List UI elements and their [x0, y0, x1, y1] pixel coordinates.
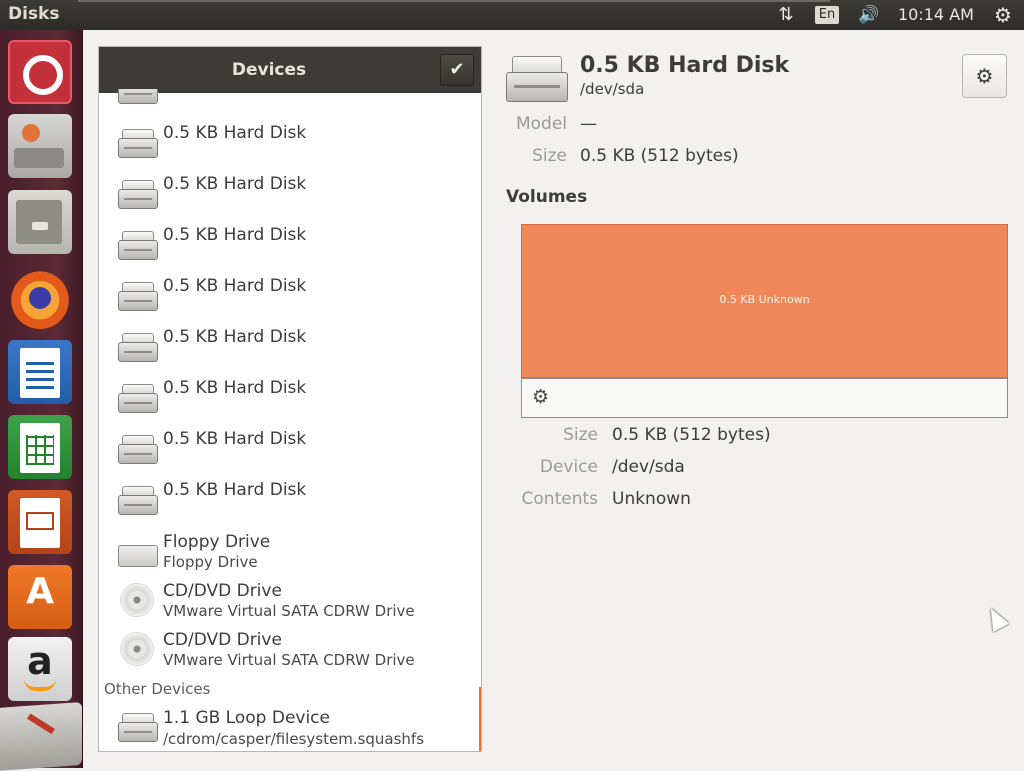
scrollbar[interactable]	[479, 687, 481, 751]
volume-icon[interactable]: 🔊	[854, 0, 884, 30]
hard-disk-icon	[118, 333, 158, 363]
checkmark-icon: ✔	[449, 59, 465, 80]
device-title: 0.5 KB Hard Disk	[163, 123, 307, 143]
volume-device-label: Device	[539, 457, 598, 477]
volume-contents-label: Contents	[521, 489, 598, 509]
device-list-item[interactable]: CD/DVD Drive VMware Virtual SATA CDRW Dr…	[99, 629, 479, 677]
hard-disk-icon	[118, 713, 158, 743]
device-list-item[interactable]: 1.1 GB Loop Device /cdrom/casper/filesys…	[99, 707, 479, 751]
floppy-drive-icon	[118, 535, 158, 567]
hard-disk-icon	[118, 180, 158, 210]
device-list-item[interactable]: 0.5 KB Hard Disk	[99, 223, 479, 271]
window-title-strip	[78, 0, 830, 2]
drive-settings-button[interactable]: ⚙	[962, 54, 1007, 98]
device-title: 0.5 KB Hard Disk	[163, 378, 307, 398]
device-title: 0.5 KB Hard Disk	[163, 174, 307, 194]
volume-toolbar: ⚙	[521, 378, 1008, 418]
network-icon[interactable]: ⇅	[773, 0, 799, 30]
size-value: 0.5 KB (512 bytes)	[580, 146, 739, 166]
size-label: Size	[532, 146, 567, 166]
select-mode-button[interactable]: ✔	[440, 54, 474, 86]
device-subtitle: VMware Virtual SATA CDRW Drive	[163, 602, 415, 620]
disk-device-path: /dev/sda	[580, 80, 645, 98]
volume-partition-block[interactable]: 0.5 KB Unknown	[521, 224, 1008, 378]
volume-size-label: Size	[563, 425, 598, 445]
files-icon[interactable]	[8, 190, 72, 254]
device-subtitle: Floppy Drive	[163, 553, 258, 571]
optical-drive-icon	[118, 632, 158, 666]
hard-disk-icon	[506, 56, 568, 102]
other-devices-heading: Other Devices	[104, 680, 211, 698]
device-list-item[interactable]: 0.5 KB Hard Disk	[99, 325, 479, 373]
mouse-pointer	[982, 604, 1010, 632]
device-list-item[interactable]: 0.5 KB Hard Disk	[99, 478, 479, 526]
hard-disk-icon	[118, 231, 158, 261]
device-subtitle: /cdrom/casper/filesystem.squashfs	[163, 730, 425, 748]
trash-icon[interactable]	[0, 701, 82, 771]
optical-drive-icon	[118, 583, 158, 617]
devices-title: Devices	[231, 60, 307, 80]
device-list-item[interactable]: Floppy Drive Floppy Drive	[99, 531, 479, 579]
dash-home-icon[interactable]	[8, 40, 72, 104]
device-list-item[interactable]: CD/DVD Drive VMware Virtual SATA CDRW Dr…	[99, 580, 479, 628]
devices-panel: Devices ✔ 0.5 KB Hard Disk 0.5 KB Hard D…	[98, 46, 482, 752]
clock[interactable]: 10:14 AM	[898, 0, 974, 30]
gears-icon[interactable]: ⚙	[532, 386, 549, 408]
libreoffice-writer-icon[interactable]	[8, 340, 72, 404]
launcher: A a	[0, 30, 83, 771]
device-title: 0.5 KB Hard Disk	[163, 327, 307, 347]
device-title: CD/DVD Drive	[163, 630, 282, 650]
device-list-item[interactable]: 0.5 KB Hard Disk	[99, 376, 479, 424]
amazon-icon[interactable]: a	[8, 637, 72, 701]
volume-block-label: 0.5 KB Unknown	[719, 293, 810, 306]
device-list-item[interactable]: 0.5 KB Hard Disk	[99, 172, 479, 220]
device-title: CD/DVD Drive	[163, 581, 282, 601]
device-list-item[interactable]: 0.5 KB Hard Disk	[99, 274, 479, 322]
hard-disk-icon	[118, 486, 158, 516]
devices-header: Devices ✔	[99, 47, 481, 93]
keyboard-language-indicator[interactable]: En	[815, 6, 839, 24]
hard-disk-icon	[118, 282, 158, 312]
hard-disk-icon	[118, 89, 158, 105]
libreoffice-impress-icon[interactable]	[8, 490, 72, 554]
volumes-heading: Volumes	[506, 187, 588, 207]
device-title: Floppy Drive	[163, 532, 271, 552]
disks-icon[interactable]	[8, 114, 72, 178]
ubuntu-software-icon[interactable]: A	[8, 565, 72, 629]
device-list-item[interactable]	[99, 89, 479, 109]
device-title: 0.5 KB Hard Disk	[163, 225, 307, 245]
volume-contents-value: Unknown	[612, 489, 691, 509]
system-menu-icon[interactable]: ⚙	[990, 0, 1016, 30]
device-subtitle: VMware Virtual SATA CDRW Drive	[163, 651, 415, 669]
volume-size-value: 0.5 KB (512 bytes)	[612, 425, 771, 445]
device-title: 1.1 GB Loop Device	[163, 708, 330, 728]
hard-disk-icon	[118, 435, 158, 465]
firefox-icon[interactable]	[8, 265, 72, 329]
volume-device-value: /dev/sda	[612, 457, 685, 477]
app-title: Disks	[8, 4, 60, 24]
device-list-item[interactable]: 0.5 KB Hard Disk	[99, 121, 479, 169]
libreoffice-calc-icon[interactable]	[8, 415, 72, 479]
hard-disk-icon	[118, 384, 158, 414]
device-title: 0.5 KB Hard Disk	[163, 429, 307, 449]
device-title: 0.5 KB Hard Disk	[163, 276, 307, 296]
gear-icon: ⚙	[975, 64, 994, 88]
device-title: 0.5 KB Hard Disk	[163, 480, 307, 500]
top-panel: Disks ⇅ En 🔊 10:14 AM ⚙	[0, 0, 1024, 30]
disk-title: 0.5 KB Hard Disk	[580, 53, 790, 78]
model-label: Model	[515, 114, 567, 134]
device-list-item[interactable]: 0.5 KB Hard Disk	[99, 427, 479, 475]
model-value: —	[580, 114, 597, 134]
hard-disk-icon	[118, 129, 158, 159]
